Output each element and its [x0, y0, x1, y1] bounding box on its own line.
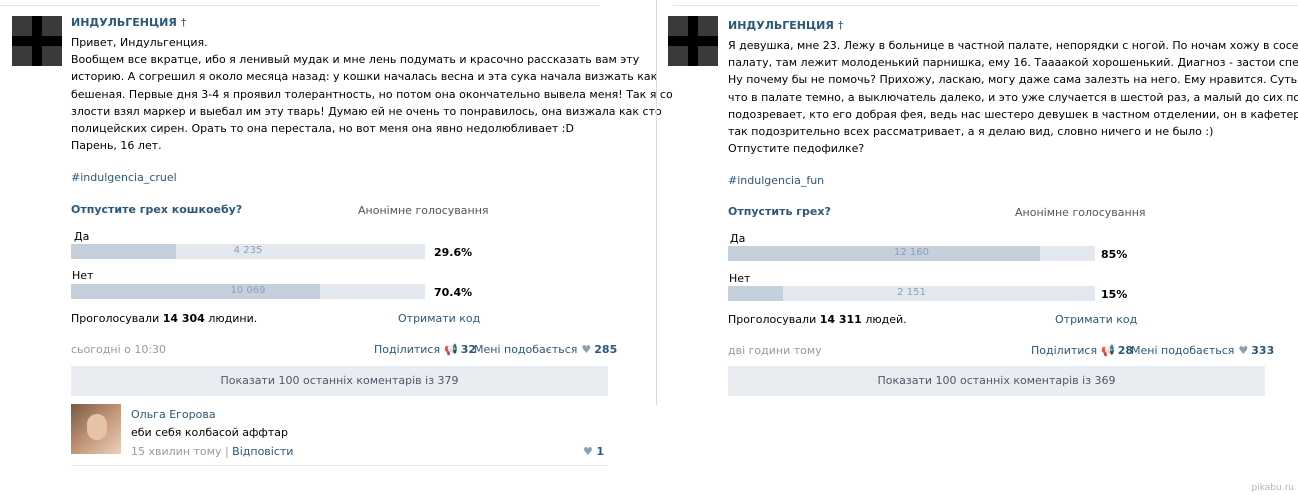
anonymous-poll-label: Анонімне голосування	[358, 204, 489, 217]
post-text-line: злости взял маркер и выебал им эту тварь…	[71, 104, 662, 118]
reply-link[interactable]: Відповісти	[232, 445, 293, 458]
like-count: 333	[1251, 344, 1275, 357]
poll-option-bar[interactable]: 10 069	[71, 284, 425, 299]
comment-like-count: 1	[596, 445, 605, 458]
comment-divider	[71, 465, 608, 466]
author-name[interactable]: ИНДУЛЬГЕНЦИЯ	[728, 19, 834, 32]
post-text: Я девушка, мне 23. Лежу в больнице в час…	[728, 37, 1298, 157]
poll-vote-count: 12 160	[894, 247, 929, 258]
poll-option-percent: 85%	[1101, 248, 1128, 261]
post-text-line: бешеная. Первые дня 3-4 я проявил толера…	[71, 87, 673, 101]
post-text-line: Ну почему бы не помочь? Прихожу, ласкаю,…	[728, 73, 1298, 87]
post-text-line: так подозрительно всех рассматривает, а …	[728, 125, 1214, 139]
show-comments-button[interactable]: Показати 100 останніх коментарів із 369	[728, 366, 1265, 396]
post-time[interactable]: сьогодні о 10:30	[71, 343, 166, 356]
post-text-line: Парень, 16 лет.	[71, 139, 162, 153]
poll-option-bar[interactable]: 12 160	[728, 246, 1095, 261]
post-text-line: полицейских сирен. Орать то она перестал…	[71, 122, 574, 136]
post-text-line: Вообщем все вкратце, ибо я ленивый мудак…	[71, 53, 640, 67]
post-text-line: Я девушка, мне 23. Лежу в больнице в час…	[728, 39, 1298, 52]
poll-option-bar[interactable]: 2 151	[728, 286, 1095, 301]
share-label: Поділитися	[374, 343, 441, 356]
post-text: Привет, Индульгенция. Вообщем все вкратц…	[71, 34, 673, 154]
like-button[interactable]: Мені подобається ♥ 333	[1131, 344, 1274, 357]
post-text-line: подозревает, кто его добрая фея, ведь на…	[728, 107, 1298, 121]
share-label: Поділитися	[1031, 344, 1098, 357]
voted-suffix: людей.	[865, 313, 907, 326]
watermark: pikabu.ru	[1251, 483, 1294, 493]
voted-count: 14 311	[819, 313, 862, 326]
voted-suffix: людини.	[208, 312, 258, 325]
poll-question: Отпустить грех?	[728, 205, 831, 218]
voted-prefix: Проголосували	[728, 313, 817, 326]
comment-text: еби себя колбасой аффтар	[131, 426, 288, 439]
poll-total-votes: Проголосували 14 304 людини.	[71, 312, 257, 325]
hashtag-link[interactable]: #indulgencia_fun	[728, 174, 824, 187]
post-text-line: что в палате темно, а выключатель далеко…	[728, 90, 1298, 104]
like-label: Мені подобається	[474, 343, 578, 356]
post-author[interactable]: ИНДУЛЬГЕНЦИЯ †	[728, 19, 843, 32]
comment-separator: |	[224, 445, 229, 458]
like-count: 285	[594, 343, 618, 356]
poll-vote-count: 4 235	[233, 245, 263, 256]
post-time[interactable]: дві години тому	[728, 344, 822, 357]
comment-meta: 15 хвилин тому | Відповісти	[131, 445, 293, 458]
poll-vote-count: 2 151	[897, 287, 926, 298]
share-button[interactable]: Поділитися 📢 28	[1031, 344, 1133, 357]
author-mark: †	[837, 19, 844, 32]
share-button[interactable]: Поділитися 📢 32	[374, 343, 476, 356]
poll-option-label: Нет	[72, 269, 94, 282]
left-post: ИНДУЛЬГЕНЦИЯ † Привет, Индульгенция. Вооб…	[0, 0, 673, 495]
poll-option-percent: 29.6%	[434, 246, 473, 259]
voted-prefix: Проголосували	[71, 312, 160, 325]
post-text-line: Отпустите педофилке?	[728, 142, 865, 156]
show-comments-button[interactable]: Показати 100 останніх коментарів із 379	[71, 366, 608, 396]
get-code-link[interactable]: Отримати код	[1055, 313, 1137, 326]
heart-icon: ♥	[581, 343, 592, 356]
anonymous-poll-label: Анонімне голосування	[1015, 206, 1146, 219]
commenter-avatar[interactable]	[71, 404, 121, 454]
comment-time[interactable]: 15 хвилин тому	[131, 445, 221, 458]
poll-option-label: Да	[74, 230, 90, 243]
voted-count: 14 304	[162, 312, 205, 325]
like-label: Мені подобається	[1131, 344, 1235, 357]
heart-icon: ♥	[1238, 344, 1249, 357]
commenter-name[interactable]: Ольга Егорова	[131, 408, 216, 421]
group-avatar[interactable]	[12, 16, 62, 66]
megaphone-icon: 📢	[1101, 344, 1115, 357]
heart-icon: ♥	[583, 445, 593, 458]
poll-option-label: Да	[730, 232, 746, 245]
get-code-link[interactable]: Отримати код	[398, 312, 480, 325]
author-mark: †	[180, 16, 187, 29]
like-button[interactable]: Мені подобається ♥ 285	[474, 343, 617, 356]
post-text-line: Привет, Индульгенция.	[71, 36, 208, 49]
post-author[interactable]: ИНДУЛЬГЕНЦИЯ †	[71, 16, 186, 29]
group-avatar[interactable]	[668, 16, 718, 66]
top-divider	[0, 0, 600, 6]
post-text-line: историю. А согрешил я около месяца назад…	[71, 70, 658, 84]
poll-option-percent: 15%	[1101, 288, 1128, 301]
poll-option-percent: 70.4%	[434, 286, 473, 299]
poll-total-votes: Проголосували 14 311 людей.	[728, 313, 907, 326]
author-name[interactable]: ИНДУЛЬГЕНЦИЯ	[71, 16, 177, 29]
hashtag-link[interactable]: #indulgencia_cruel	[71, 171, 177, 184]
megaphone-icon: 📢	[444, 343, 458, 356]
post-text-line: палату, там лежит молоденький парнишка, …	[728, 56, 1298, 70]
poll-option-bar[interactable]: 4 235	[71, 244, 425, 259]
poll-question: Отпустите грех кошкоебу?	[71, 203, 243, 216]
right-post: ИНДУЛЬГЕНЦИЯ † Я девушка, мне 23. Лежу в …	[656, 0, 1298, 405]
poll-vote-count: 10 069	[230, 285, 266, 296]
comment-like-button[interactable]: ♥ 1	[583, 445, 604, 458]
top-divider	[673, 0, 1298, 6]
poll-option-label: Нет	[729, 272, 751, 285]
